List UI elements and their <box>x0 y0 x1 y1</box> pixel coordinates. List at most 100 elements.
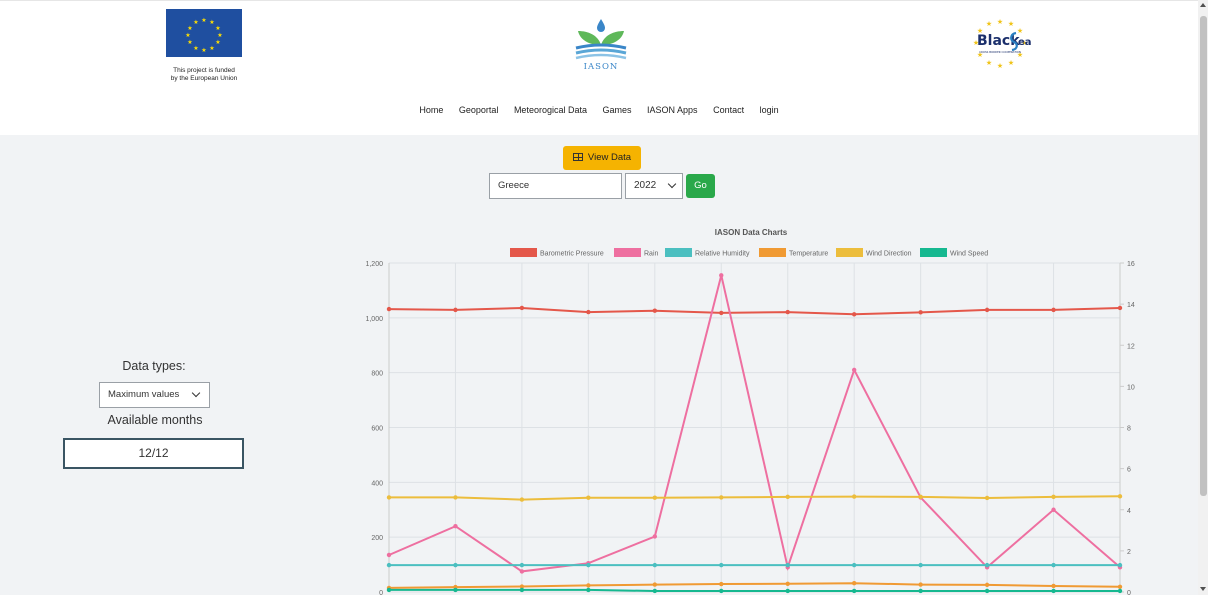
series-point <box>652 562 658 568</box>
series-point <box>519 305 525 311</box>
series-point <box>519 587 525 593</box>
series-point <box>652 495 658 500</box>
series-point <box>453 562 458 568</box>
series-point <box>984 307 990 313</box>
series-point <box>1117 494 1123 499</box>
series-point <box>918 562 923 568</box>
legend-swatch <box>836 248 863 257</box>
legend-label: Wind Speed <box>950 251 988 258</box>
series-point <box>652 534 658 539</box>
series-point <box>386 587 392 593</box>
scrollbar-thumb[interactable] <box>1200 16 1207 496</box>
series-point <box>918 588 923 594</box>
series-point <box>719 310 724 316</box>
series-point <box>1051 507 1056 512</box>
series-point <box>586 587 591 593</box>
series-point <box>851 312 857 317</box>
series-point <box>719 273 724 278</box>
y-right-tick-label: 12 <box>1127 343 1135 350</box>
y-left-tick-label: 200 <box>371 535 383 542</box>
series-point <box>1117 588 1123 594</box>
series-point <box>984 562 990 568</box>
series-point <box>386 552 392 558</box>
series-point <box>851 367 857 373</box>
legend-swatch <box>920 248 947 257</box>
series-point <box>719 588 724 594</box>
y-left-tick-label: 0 <box>379 590 383 595</box>
series-point <box>586 583 591 588</box>
series-point <box>785 562 790 568</box>
series-point <box>785 494 790 500</box>
y-left-tick-label: 1,000 <box>365 316 383 323</box>
y-right-tick-label: 14 <box>1127 302 1135 309</box>
legend-swatch <box>614 248 641 257</box>
series-point <box>719 495 724 500</box>
y-left-tick-label: 600 <box>371 426 383 433</box>
series-point <box>918 310 923 315</box>
y-right-tick-label: 4 <box>1127 508 1131 515</box>
series-point <box>984 588 990 594</box>
series-point <box>719 581 724 587</box>
series-point <box>851 562 857 568</box>
series-point <box>519 569 525 574</box>
series-point <box>453 587 458 593</box>
series-point <box>519 497 525 502</box>
series-point <box>1051 588 1056 594</box>
series-point <box>652 582 658 587</box>
legend-swatch <box>665 248 692 257</box>
y-right-tick-label: 6 <box>1127 467 1131 474</box>
series-line <box>389 495 1121 501</box>
scroll-down-arrow-icon[interactable] <box>1200 587 1206 591</box>
series-point <box>453 307 458 313</box>
y-right-tick-label: 2 <box>1127 549 1131 556</box>
series-point <box>586 562 591 568</box>
series-point <box>1117 584 1123 589</box>
series-line <box>388 582 1121 589</box>
series-point <box>1117 305 1123 311</box>
series-point <box>1051 307 1056 313</box>
series-point <box>1051 583 1056 589</box>
series-point <box>1051 494 1056 500</box>
series-line <box>388 275 1121 573</box>
legend-label: Barometric Pressure <box>540 251 604 258</box>
legend-label: Relative Humidity <box>695 251 750 258</box>
y-right-tick-label: 10 <box>1127 384 1135 391</box>
series-point <box>386 306 392 312</box>
legend-swatch <box>510 248 537 257</box>
series-point <box>851 588 857 594</box>
scroll-up-arrow-icon[interactable] <box>1200 3 1206 7</box>
series-point <box>453 495 458 500</box>
legend-swatch <box>759 248 786 257</box>
series-line <box>389 588 1120 592</box>
series-point <box>652 308 658 313</box>
series-point <box>851 581 857 586</box>
legend-label: Rain <box>644 251 659 258</box>
page: ★ ★ ★ ★ ★ ★ ★ ★ ★ ★ ★ ★ This project is funded b… <box>0 0 1208 595</box>
series-line <box>388 306 1121 316</box>
series-point <box>1117 562 1123 568</box>
y-right-tick-label: 8 <box>1127 426 1131 433</box>
y-left-tick-label: 400 <box>371 480 383 487</box>
y-left-tick-label: 800 <box>371 371 383 378</box>
series-point <box>984 582 990 588</box>
iason-data-chart: IASON Data Charts 0 200 400 600 800 1,000 1,20… <box>365 228 1135 595</box>
series-point <box>453 524 458 529</box>
series-point <box>386 562 392 568</box>
series-point <box>519 562 525 568</box>
series-point <box>785 309 790 315</box>
series-point <box>785 581 790 586</box>
chart-title: IASON Data Charts <box>715 228 788 237</box>
series-point <box>719 562 724 568</box>
series-point <box>984 495 990 501</box>
legend-label: Wind Direction <box>866 251 912 258</box>
y-right-tick-label: 0 <box>1127 590 1131 595</box>
series-point <box>386 495 392 500</box>
series-point <box>586 495 591 500</box>
series-point <box>785 588 790 594</box>
series-point <box>918 582 923 587</box>
series-point <box>586 309 591 315</box>
y-left-tick-label: 1,200 <box>365 261 383 268</box>
series-point <box>652 588 658 594</box>
y-right-tick-label: 16 <box>1127 261 1135 268</box>
series-point <box>851 494 857 499</box>
